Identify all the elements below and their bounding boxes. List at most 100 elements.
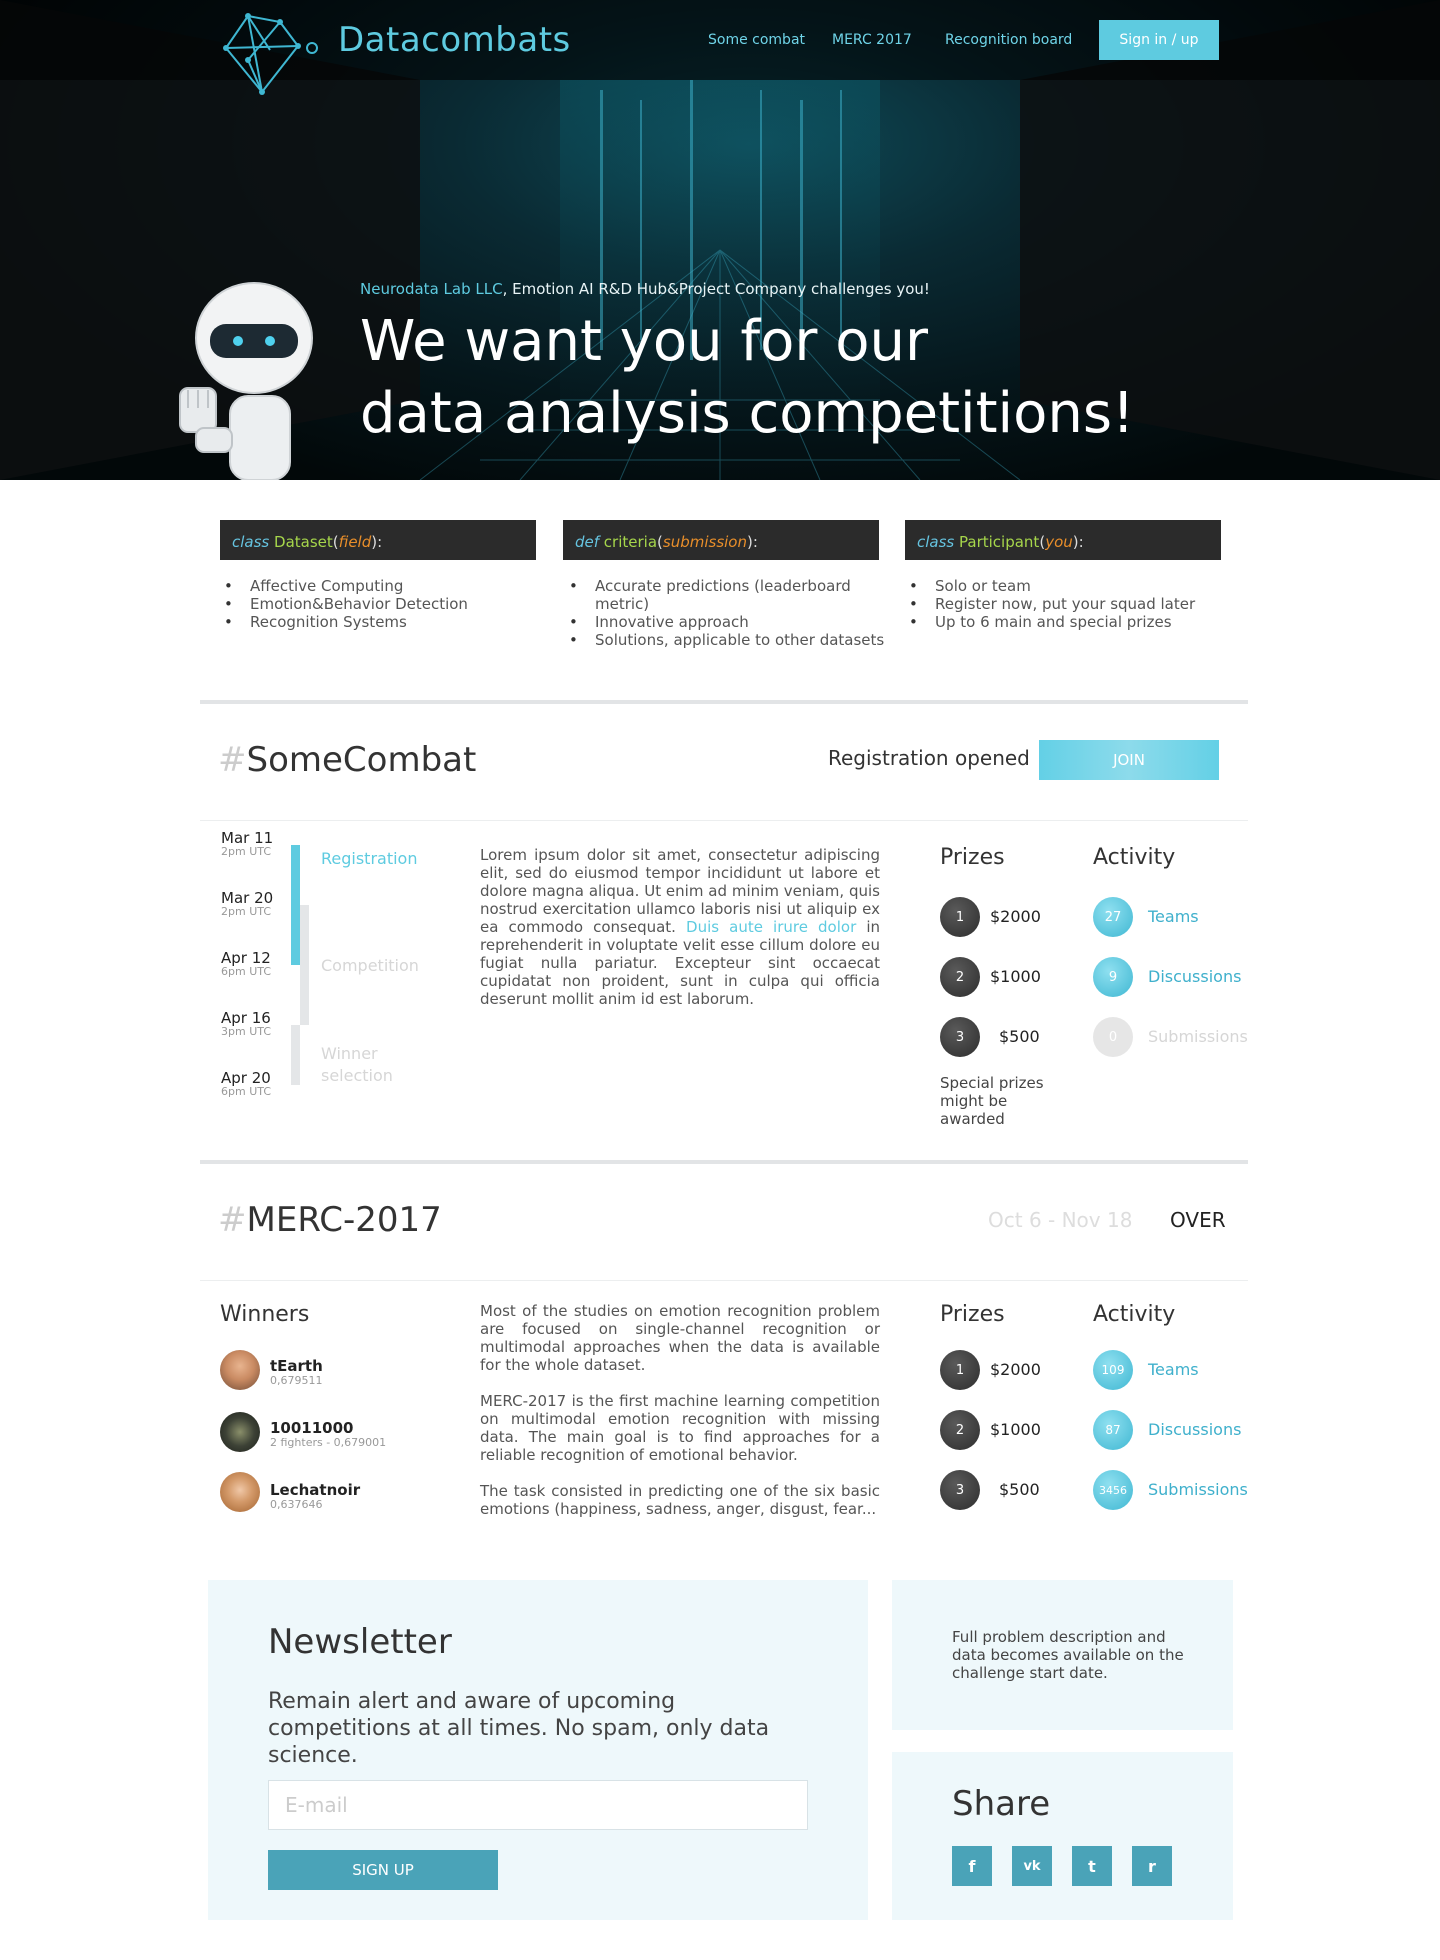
prize-value: $1000 <box>990 1420 1041 1439</box>
code-arg: submission <box>662 533 747 551</box>
merc-title[interactable]: #MERC-2017 <box>218 1200 442 1240</box>
winner-name[interactable]: Lechatnoir <box>270 1481 360 1499</box>
list-item: Accurate predictions (leaderboard metric… <box>565 577 885 613</box>
submissions-link[interactable]: Submissions <box>1148 1027 1248 1046</box>
winner-name[interactable]: 10011000 <box>270 1419 354 1437</box>
winner-score: 2 fighters - 0,679001 <box>270 1436 387 1449</box>
reddit-icon[interactable]: r <box>1132 1846 1172 1886</box>
teams-link[interactable]: Teams <box>1148 1360 1199 1379</box>
discussions-count-badge: 9 <box>1093 957 1133 997</box>
prize-value: $500 <box>999 1027 1040 1046</box>
hash-symbol: # <box>218 740 247 780</box>
winner-name[interactable]: tEarth <box>270 1357 323 1375</box>
hero-headline-line1: We want you for our <box>360 309 928 374</box>
prize-rank-badge: 1 <box>940 1350 980 1390</box>
list-item: Solo or team <box>905 577 1225 595</box>
list-item: Register now, put your squad later <box>905 595 1225 613</box>
brand-name[interactable]: Datacombats <box>338 20 571 60</box>
winner-entry: 10011000 2 fighters - 0,679001 <box>270 1420 386 1449</box>
discussions-link[interactable]: Discussions <box>1148 1420 1241 1439</box>
description-link[interactable]: Duis aute irure dolor <box>686 918 856 936</box>
prize-rank-badge: 3 <box>940 1470 980 1510</box>
list-item: Up to 6 main and special prizes <box>905 613 1225 631</box>
section-title-text: SomeCombat <box>246 740 477 780</box>
list-item: Recognition Systems <box>220 613 520 631</box>
info-panel: Full problem description and data become… <box>892 1580 1233 1730</box>
discussions-link[interactable]: Discussions <box>1148 967 1241 986</box>
prize-value: $1000 <box>990 967 1041 986</box>
avatar[interactable] <box>220 1350 260 1390</box>
code-arg: you <box>1045 533 1073 551</box>
list-item: Innovative approach <box>565 613 885 631</box>
email-field[interactable]: E-mail <box>268 1780 808 1830</box>
newsletter-panel: Newsletter Remain alert and aware of upc… <box>208 1580 868 1920</box>
section-separator <box>200 820 1248 821</box>
timeline-time: 2pm UTC <box>221 905 271 918</box>
hero-headline: We want you for our data analysis compet… <box>360 306 1134 450</box>
newsletter-title: Newsletter <box>268 1622 452 1662</box>
timeline-date: Apr 20 6pm UTC <box>221 1070 271 1098</box>
timeline-date: Mar 11 2pm UTC <box>221 830 273 858</box>
competition-status: OVER <box>1170 1208 1226 1232</box>
hash-symbol: # <box>218 1200 247 1240</box>
activity-heading: Activity <box>1093 845 1176 870</box>
prize-rank-badge: 2 <box>940 957 980 997</box>
avatar[interactable] <box>220 1412 260 1452</box>
participant-code-header: class Participant(you): <box>905 520 1221 560</box>
sign-in-button[interactable]: Sign in / up <box>1099 20 1219 60</box>
prizes-heading: Prizes <box>940 1302 1005 1327</box>
activity-heading: Activity <box>1093 1302 1176 1327</box>
somecombat-title[interactable]: #SomeCombat <box>218 740 476 780</box>
timeline-bar-competition <box>300 905 309 1025</box>
facebook-icon[interactable]: f <box>952 1846 992 1886</box>
signup-button[interactable]: SIGN UP <box>268 1850 498 1890</box>
newsletter-text: Remain alert and aware of upcoming compe… <box>268 1689 770 1768</box>
code-arg: field <box>338 533 372 551</box>
prize-value: $2000 <box>990 1360 1041 1379</box>
prize-rank-badge: 3 <box>940 1017 980 1057</box>
timeline-bar-registration <box>291 845 300 965</box>
section-title-text: MERC-2017 <box>246 1200 442 1240</box>
combat-description: Lorem ipsum dolor sit amet, consectetur … <box>480 846 880 1008</box>
criteria-code-header: def criteria(submission): <box>563 520 879 560</box>
list-item: Solutions, applicable to other datasets <box>565 631 885 649</box>
timeline-date: Apr 16 3pm UTC <box>221 1010 271 1038</box>
submissions-count-badge: 3456 <box>1093 1470 1133 1510</box>
stage-competition: Competition <box>321 956 419 975</box>
code-keyword: def <box>575 533 600 551</box>
stage-winner: Winner <box>321 1044 378 1063</box>
company-link[interactable]: Neurodata Lab LLC <box>360 280 503 298</box>
submissions-link[interactable]: Submissions <box>1148 1480 1248 1499</box>
network-logo-icon <box>223 13 318 95</box>
timeline-time: 3pm UTC <box>221 1025 271 1038</box>
timeline-date: Apr 12 6pm UTC <box>221 950 271 978</box>
join-button[interactable]: JOIN <box>1039 740 1219 780</box>
prizes-heading: Prizes <box>940 845 1005 870</box>
robot-mascot <box>179 282 313 480</box>
avatar[interactable] <box>220 1472 260 1512</box>
timeline-bar-winner <box>291 1025 300 1085</box>
prize-value: $500 <box>999 1480 1040 1499</box>
share-panel: Share f vk t r <box>892 1752 1233 1920</box>
dataset-code-header: class Dataset(field): <box>220 520 536 560</box>
timeline-time: 2pm UTC <box>221 845 271 858</box>
competition-dates: Oct 6 - Nov 18 <box>988 1208 1133 1232</box>
winner-entry: Lechatnoir 0,637646 <box>270 1482 360 1511</box>
prize-rank-badge: 2 <box>940 1410 980 1450</box>
criteria-list: Accurate predictions (leaderboard metric… <box>565 577 885 649</box>
special-prizes-note: Special prizes might be awarded <box>940 1074 1044 1128</box>
merc-paragraph: MERC-2017 is the first machine learning … <box>480 1392 880 1464</box>
share-title: Share <box>952 1784 1051 1824</box>
teams-link[interactable]: Teams <box>1148 907 1199 926</box>
submissions-count-badge: 0 <box>1093 1017 1133 1057</box>
nav-merc-2017[interactable]: MERC 2017 <box>832 32 912 48</box>
hero-subtitle-text: , Emotion AI R&D Hub&Project Company cha… <box>502 280 930 298</box>
twitter-icon[interactable]: t <box>1072 1846 1112 1886</box>
vk-icon[interactable]: vk <box>1012 1846 1052 1886</box>
nav-recognition-board[interactable]: Recognition board <box>945 32 1072 48</box>
winner-entry: tEarth 0,679511 <box>270 1358 323 1387</box>
section-divider <box>200 1160 1248 1164</box>
stage-registration: Registration <box>321 849 418 868</box>
code-name: criteria <box>599 533 658 551</box>
nav-some-combat[interactable]: Some combat <box>708 32 805 48</box>
